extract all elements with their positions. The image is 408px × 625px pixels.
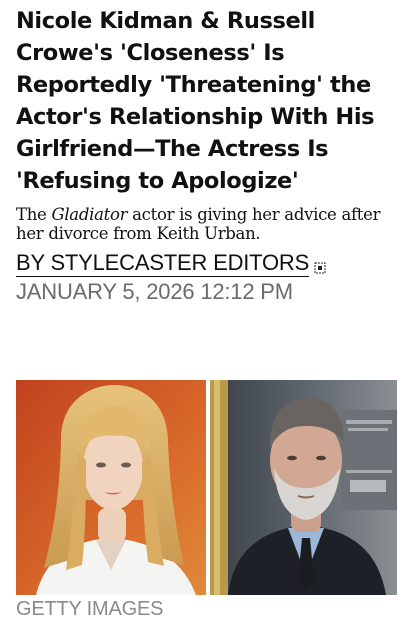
article-header: Nicole Kidman & Russell Crowe's 'Closene… <box>16 0 400 307</box>
publish-date: JANUARY 5, 2026 12:12 PM <box>16 279 293 304</box>
article-dek: The Gladiator actor is giving her advice… <box>16 205 400 243</box>
image-credit: GETTY IMAGES <box>16 598 164 620</box>
byline: BY STYLECASTER EDITORS <box>16 250 400 277</box>
article-headline: Nicole Kidman & Russell Crowe's 'Closene… <box>16 8 375 194</box>
left-photo <box>16 380 206 595</box>
dek-prefix: The <box>16 205 52 224</box>
article-hero-image <box>16 380 397 595</box>
dek-italic: Gladiator <box>51 205 128 224</box>
right-photo <box>210 380 397 595</box>
external-link-icon <box>314 261 326 273</box>
byline-author-link[interactable]: BY STYLECASTER EDITORS <box>16 250 309 277</box>
